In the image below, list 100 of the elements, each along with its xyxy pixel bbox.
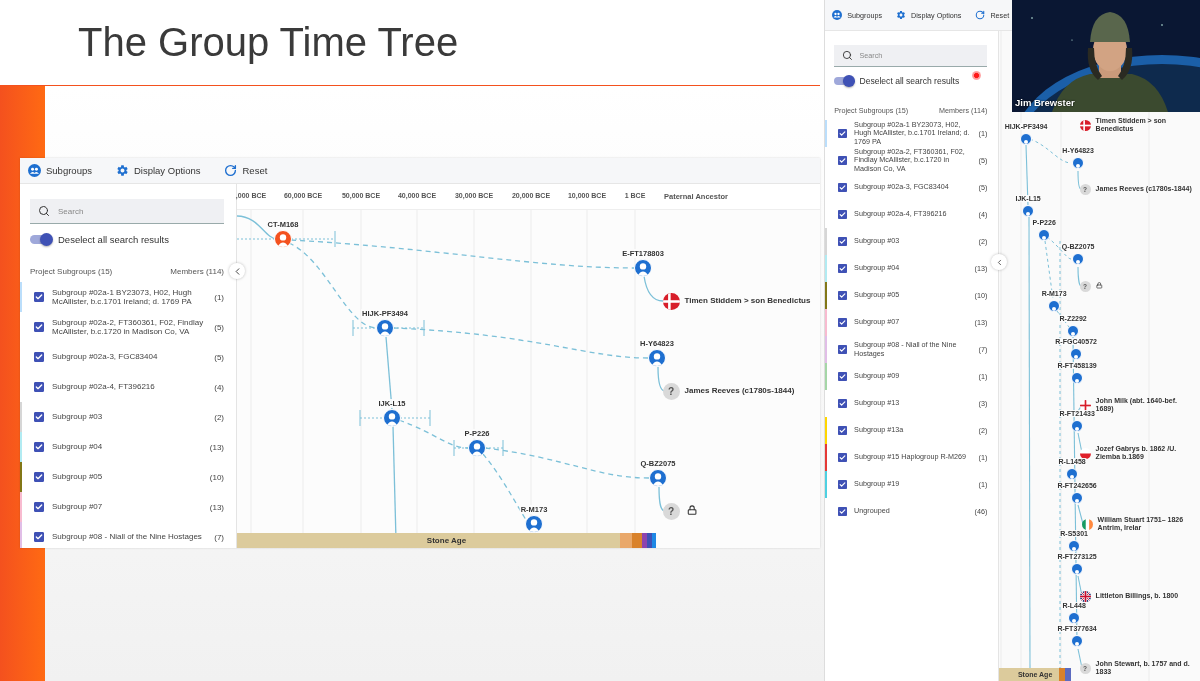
subgroup-label: Subgroup #05 bbox=[52, 472, 104, 482]
search-field[interactable]: Search bbox=[834, 44, 988, 67]
subgroup-label: Subgroup #02a-1 BY23073, H02, Hugh McAllister, b.c.1701 Ireland; d. 1769 PA bbox=[854, 120, 971, 147]
subgroup-label: Subgroup #07 bbox=[52, 502, 104, 512]
search-field[interactable]: Search bbox=[30, 199, 224, 224]
checkbox[interactable] bbox=[837, 399, 847, 409]
member-count: (1) bbox=[978, 453, 988, 463]
reset-icon bbox=[975, 10, 986, 20]
person-icon[interactable] bbox=[525, 515, 543, 533]
participant-name: Jim Brewster bbox=[1015, 97, 1075, 108]
person-icon[interactable] bbox=[1022, 205, 1035, 217]
subgroup-label: Subgroup #02a-3, FGC83404 bbox=[854, 183, 950, 192]
person-icon[interactable] bbox=[1071, 635, 1084, 647]
subgroup-label: Subgroup #03 bbox=[52, 412, 104, 422]
member-count: (1) bbox=[978, 372, 988, 382]
person-icon[interactable] bbox=[1068, 540, 1081, 552]
checkbox[interactable] bbox=[34, 292, 44, 302]
branch-line bbox=[658, 486, 666, 512]
subgroup-label: Subgroup #13 bbox=[854, 399, 901, 408]
subgroup-label: Subgroup #04 bbox=[854, 264, 901, 273]
group-icon bbox=[28, 164, 41, 177]
checkbox[interactable] bbox=[837, 372, 847, 382]
toolbar-button[interactable]: Display Options bbox=[115, 164, 201, 177]
settings-icon bbox=[115, 164, 129, 177]
subgroup-label: Subgroup #02a-3, FGC83404 bbox=[52, 352, 159, 362]
checkbox[interactable] bbox=[837, 318, 847, 328]
date-range-line bbox=[290, 238, 336, 240]
checkbox[interactable] bbox=[837, 480, 847, 490]
person-icon[interactable] bbox=[468, 439, 486, 457]
checkbox[interactable] bbox=[837, 345, 847, 355]
group-icon bbox=[832, 10, 843, 20]
checkbox[interactable] bbox=[837, 453, 847, 463]
toggle-switch[interactable] bbox=[834, 76, 855, 86]
member-count: (3) bbox=[978, 399, 988, 409]
pointer-dot-icon bbox=[972, 71, 982, 80]
person-icon[interactable] bbox=[1070, 348, 1083, 360]
checkbox[interactable] bbox=[34, 442, 44, 452]
subgroup-label: Subgroup #13a bbox=[854, 426, 905, 435]
subgroup-label: Subgroup #09 bbox=[854, 372, 901, 381]
checkbox[interactable] bbox=[837, 129, 847, 139]
checkbox[interactable] bbox=[34, 352, 44, 362]
member-count: (4) bbox=[978, 210, 988, 220]
checkbox[interactable] bbox=[34, 472, 44, 482]
checkbox[interactable] bbox=[34, 532, 44, 542]
person-icon[interactable] bbox=[649, 469, 667, 487]
person-icon[interactable] bbox=[376, 319, 394, 337]
member-count: (5) bbox=[978, 156, 988, 166]
checkbox[interactable] bbox=[34, 502, 44, 512]
person-icon[interactable] bbox=[274, 230, 292, 248]
checkbox[interactable] bbox=[34, 412, 44, 422]
person-icon[interactable] bbox=[1071, 372, 1084, 384]
subgroup-label: Subgroup #05 bbox=[854, 291, 901, 300]
era-stripes-drawing bbox=[1059, 668, 1072, 681]
subgroup-label: Ungrouped bbox=[854, 507, 891, 516]
date-range-line bbox=[392, 327, 425, 329]
reset-icon bbox=[224, 164, 238, 177]
subgroup-label: Subgroup #02a-2, FT360361, F02, Findlay McAllister, b.c.1720 in Madison Co, VA bbox=[854, 147, 966, 174]
subgroup-label: Subgroup #08 - Niall of the Nine Hostages bbox=[52, 532, 203, 542]
person-icon[interactable] bbox=[1071, 563, 1084, 575]
search-icon bbox=[38, 205, 50, 217]
range-tick bbox=[334, 230, 336, 248]
checkbox[interactable] bbox=[837, 507, 847, 517]
checkbox[interactable] bbox=[837, 237, 847, 247]
subgroup-label: Subgroup #04 bbox=[52, 442, 104, 452]
checkbox[interactable] bbox=[837, 291, 847, 301]
person-icon[interactable] bbox=[1038, 229, 1051, 241]
person-icon[interactable] bbox=[1072, 253, 1085, 265]
branch-line bbox=[1077, 170, 1082, 190]
range-tick bbox=[502, 439, 504, 457]
checkbox[interactable] bbox=[837, 183, 847, 193]
person-icon[interactable] bbox=[1072, 157, 1085, 169]
person-icon[interactable] bbox=[1071, 492, 1084, 504]
date-range-line bbox=[352, 327, 378, 329]
person-icon[interactable] bbox=[634, 259, 652, 277]
subgroup-label: Subgroup #07 bbox=[854, 318, 901, 327]
toolbar-button[interactable]: Subgroups bbox=[28, 164, 92, 177]
checkbox[interactable] bbox=[34, 322, 44, 332]
date-range-line bbox=[453, 447, 470, 449]
member-count: (1) bbox=[214, 292, 224, 302]
subgroup-label: Subgroup #02a-4, FT396216 bbox=[854, 210, 948, 219]
checkbox[interactable] bbox=[837, 426, 847, 436]
person-icon[interactable] bbox=[1071, 420, 1084, 432]
person-icon[interactable] bbox=[1067, 325, 1080, 337]
subgroup-label: Subgroup #02a-4, FT396216 bbox=[52, 382, 156, 392]
person-icon[interactable] bbox=[383, 409, 401, 427]
person-icon[interactable] bbox=[1020, 133, 1033, 145]
checkbox[interactable] bbox=[837, 156, 847, 166]
date-range-line bbox=[399, 417, 431, 419]
person-icon[interactable] bbox=[648, 349, 666, 367]
ancestor-name: James Reeves (c1780s-1844) bbox=[684, 386, 796, 396]
toolbar-button[interactable]: Reset bbox=[224, 164, 268, 177]
toggle-switch[interactable] bbox=[30, 235, 52, 244]
person-icon[interactable] bbox=[1066, 468, 1079, 480]
subgroup-label: Subgroup #03 bbox=[854, 237, 901, 246]
person-icon[interactable] bbox=[1068, 612, 1081, 624]
person-icon[interactable] bbox=[1048, 300, 1061, 312]
toggle-label: Deselect all search results bbox=[58, 234, 169, 245]
checkbox[interactable] bbox=[837, 264, 847, 274]
checkbox[interactable] bbox=[837, 210, 847, 220]
checkbox[interactable] bbox=[34, 382, 44, 392]
